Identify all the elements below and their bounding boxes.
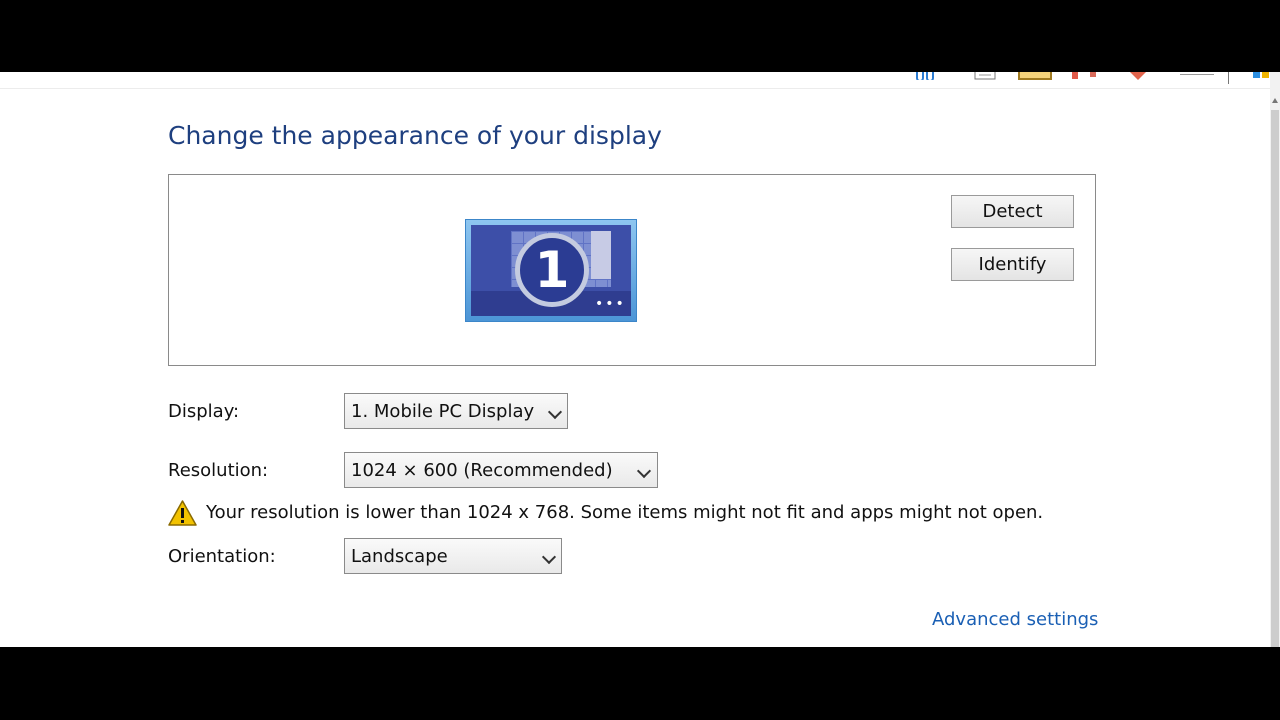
scroll-up-icon[interactable] (1272, 98, 1278, 103)
monitor-window-panel (591, 231, 611, 279)
pin-icon (1072, 72, 1096, 79)
document-icon (974, 72, 996, 80)
strip-divider (1228, 72, 1229, 84)
folder-icon (1018, 72, 1052, 80)
scrollbar-thumb[interactable] (1271, 110, 1279, 647)
display-settings-window: Change the appearance of your display ••… (0, 72, 1280, 647)
glasses-icon (916, 72, 934, 80)
advanced-settings-link[interactable]: Advanced settings (932, 609, 1098, 630)
monitor-number: 1 (515, 233, 589, 307)
windows-flag-icon (1253, 72, 1269, 78)
monitor-1-icon[interactable]: ••• 1 (465, 219, 637, 322)
page-title: Change the appearance of your display (168, 121, 662, 150)
display-label: Display: (168, 401, 240, 422)
paint-icon (1130, 72, 1146, 80)
monitor-dots: ••• (595, 296, 626, 312)
letterbox-top (0, 0, 1280, 72)
identify-button[interactable]: Identify (951, 248, 1074, 281)
orientation-label: Orientation: (168, 546, 276, 567)
display-select[interactable]: 1. Mobile PC Display (344, 393, 568, 429)
resolution-warning-text: Your resolution is lower than 1024 x 768… (206, 502, 1044, 523)
chevron-down-icon (636, 463, 652, 479)
resolution-select-value: 1024 × 600 (Recommended) (351, 460, 613, 481)
chevron-down-icon (541, 549, 557, 565)
detect-button[interactable]: Detect (951, 195, 1074, 228)
warning-triangle-icon (168, 500, 197, 526)
display-select-value: 1. Mobile PC Display (351, 401, 535, 422)
resolution-label: Resolution: (168, 460, 269, 481)
vertical-scrollbar[interactable] (1270, 72, 1280, 647)
resolution-select[interactable]: 1024 × 600 (Recommended) (344, 452, 658, 488)
orientation-select-value: Landscape (351, 546, 448, 567)
chevron-down-icon (547, 404, 563, 420)
letterbox-bottom (0, 647, 1280, 720)
display-preview-area: ••• 1 Detect Identify (168, 174, 1096, 366)
toolbar-strip (0, 72, 1270, 89)
monitor-screen: ••• 1 (471, 225, 631, 316)
orientation-select[interactable]: Landscape (344, 538, 562, 574)
minimize-icon (1180, 74, 1214, 75)
